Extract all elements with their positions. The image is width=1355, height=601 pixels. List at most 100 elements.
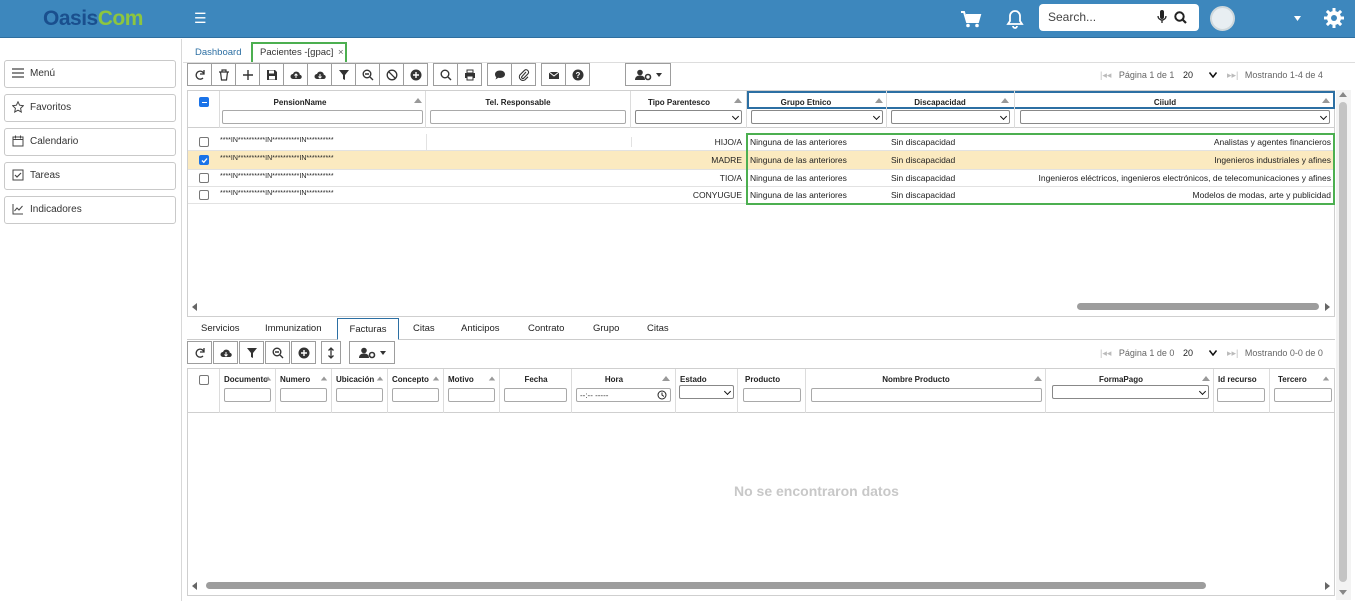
tab-contrato[interactable]: Contrato <box>528 318 564 340</box>
col-tipo-parentesco[interactable]: Tipo Parentesco <box>631 91 747 128</box>
filter-ubicacion-input[interactable] <box>336 388 383 402</box>
col-tel-responsable[interactable]: Tel. Responsable <box>426 91 631 128</box>
col-ciiuld[interactable]: Ciiuld <box>1015 91 1335 128</box>
help-button[interactable]: ? <box>565 63 590 86</box>
tab-facturas[interactable]: Facturas <box>337 318 399 340</box>
row-checkbox[interactable] <box>199 173 209 183</box>
tab-servicios[interactable]: Servicios <box>201 318 240 340</box>
sort-icon[interactable] <box>1322 98 1330 103</box>
scroll-left-icon[interactable] <box>192 303 197 311</box>
bell-icon[interactable] <box>1005 9 1025 29</box>
sort-icon[interactable] <box>1202 376 1210 381</box>
filter-formapago-select[interactable] <box>1052 385 1209 399</box>
horizontal-scrollbar[interactable] <box>192 302 1330 311</box>
filter-documento-input[interactable] <box>224 388 271 402</box>
filter-tel-input[interactable] <box>430 110 626 124</box>
print-button[interactable] <box>457 63 482 86</box>
filter-ciiu-select[interactable] <box>1020 110 1330 124</box>
select-all-checkbox[interactable] <box>199 97 209 107</box>
mail-button[interactable] <box>541 63 566 86</box>
horizontal-scrollbar[interactable] <box>192 581 1330 590</box>
select-all-checkbox[interactable] <box>199 375 209 385</box>
sort-icon[interactable] <box>1322 376 1330 381</box>
filter-fecha-input[interactable] <box>504 388 567 402</box>
refresh-button[interactable] <box>187 63 212 86</box>
last-page-icon[interactable]: ▸▸| <box>1227 348 1238 358</box>
cart-icon[interactable] <box>960 10 982 28</box>
filter-button[interactable] <box>239 341 264 364</box>
filter-estado-select[interactable] <box>679 385 734 399</box>
col-concepto[interactable]: Concepto <box>388 369 444 413</box>
tab-grupo[interactable]: Grupo <box>593 318 619 340</box>
col-grupo-etnico[interactable]: Grupo Etnico <box>747 91 887 128</box>
tab-citas-2[interactable]: Citas <box>647 318 669 340</box>
tab-pacientes[interactable]: Pacientes -[gpac] × <box>251 42 347 62</box>
row-checkbox[interactable] <box>199 137 209 147</box>
col-fecha[interactable]: Fecha <box>500 369 572 413</box>
col-documento[interactable]: Documento <box>220 369 276 413</box>
sort-icon[interactable] <box>432 376 440 381</box>
attach-button[interactable] <box>511 63 536 86</box>
row-checkbox[interactable] <box>199 155 209 165</box>
clock-icon[interactable] <box>657 390 667 400</box>
caret-down-icon[interactable] <box>1294 16 1301 21</box>
scroll-thumb[interactable] <box>206 582 1206 589</box>
download-button[interactable] <box>307 63 332 86</box>
filter-concepto-input[interactable] <box>392 388 439 402</box>
search-button[interactable] <box>433 63 458 86</box>
logo[interactable]: OasisCom <box>43 7 143 31</box>
filter-grupo-select[interactable] <box>751 110 883 124</box>
first-page-icon[interactable]: |◂◂ <box>1100 70 1111 80</box>
sort-icon[interactable] <box>1001 98 1009 103</box>
chevron-down-icon[interactable] <box>1209 350 1218 357</box>
sidebar-item-favoritos[interactable]: Favoritos <box>4 94 176 122</box>
sidebar-item-calendario[interactable]: Calendario <box>4 128 176 156</box>
first-page-icon[interactable]: |◂◂ <box>1100 348 1111 358</box>
filter-disc-select[interactable] <box>891 110 1010 124</box>
filter-tipo-select[interactable] <box>635 110 742 124</box>
sort-icon[interactable] <box>734 98 742 103</box>
settings-dropdown-button[interactable] <box>349 341 395 364</box>
settings-dropdown-button[interactable] <box>625 63 671 86</box>
sort-icon[interactable] <box>320 376 328 381</box>
add-circle-button[interactable] <box>403 63 428 86</box>
microphone-icon[interactable] <box>1157 10 1167 24</box>
sort-icon[interactable] <box>1034 376 1042 381</box>
download-button[interactable] <box>213 341 238 364</box>
page-size-select[interactable]: 20 <box>1183 348 1193 358</box>
col-pensionname[interactable]: PensionName <box>220 91 426 128</box>
filter-tercero-input[interactable] <box>1274 388 1332 402</box>
cancel-button[interactable] <box>379 63 404 86</box>
scroll-up-icon[interactable] <box>1339 92 1347 97</box>
filter-motivo-input[interactable] <box>448 388 495 402</box>
sort-icon[interactable] <box>264 376 272 381</box>
filter-idrecurso-input[interactable] <box>1217 388 1265 402</box>
col-tercero[interactable]: Tercero <box>1270 369 1334 413</box>
scroll-thumb[interactable] <box>1077 303 1319 310</box>
col-ubicacion[interactable]: Ubicación <box>332 369 388 413</box>
refresh-button[interactable] <box>187 341 212 364</box>
zoom-out-button[interactable] <box>355 63 380 86</box>
scroll-down-icon[interactable] <box>1339 590 1347 595</box>
avatar[interactable] <box>1210 6 1235 31</box>
filter-hora-input[interactable]: --:-- ----- <box>576 388 671 402</box>
col-discapacidad[interactable]: Discapacidad <box>887 91 1015 128</box>
last-page-icon[interactable]: ▸▸| <box>1227 70 1238 80</box>
add-circle-button[interactable] <box>291 341 316 364</box>
save-button[interactable] <box>259 63 284 86</box>
tab-immunization[interactable]: Immunization <box>265 318 322 340</box>
col-formapago[interactable]: FormaPago <box>1046 369 1214 413</box>
filter-numero-input[interactable] <box>280 388 327 402</box>
scroll-left-icon[interactable] <box>192 582 197 590</box>
search-icon[interactable] <box>1174 11 1187 24</box>
filter-producto-input[interactable] <box>743 388 801 402</box>
filter-nombre-input[interactable] <box>811 388 1042 402</box>
sidebar-item-indicadores[interactable]: Indicadores <box>4 196 176 224</box>
upload-button[interactable] <box>283 63 308 86</box>
col-estado[interactable]: Estado <box>676 369 738 413</box>
sort-icon[interactable] <box>376 376 384 381</box>
col-nombre-producto[interactable]: Nombre Producto <box>806 369 1046 413</box>
col-numero[interactable]: Numero <box>276 369 332 413</box>
zoom-out-button[interactable] <box>265 341 290 364</box>
tab-dashboard[interactable]: Dashboard <box>195 42 245 62</box>
